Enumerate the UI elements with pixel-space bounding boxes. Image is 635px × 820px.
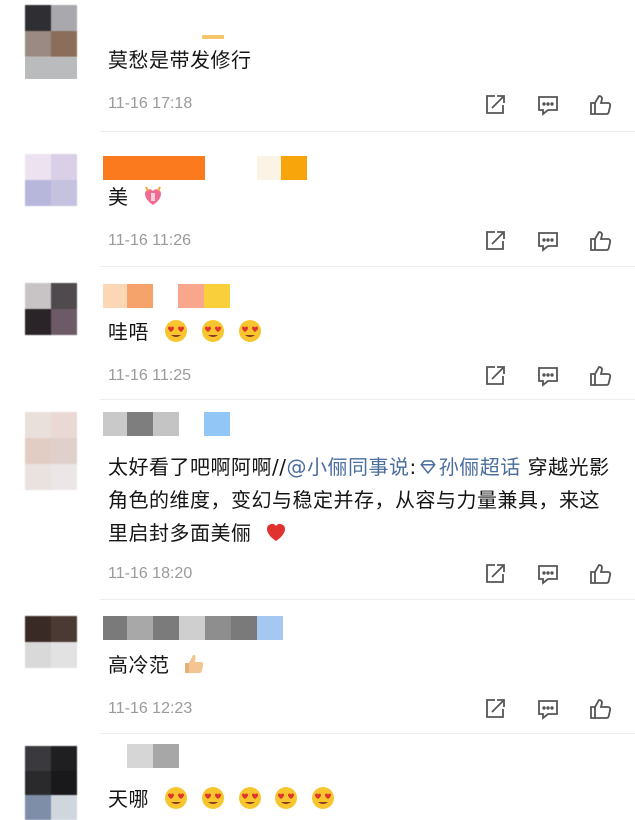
share-icon[interactable] [483, 562, 507, 586]
badge-blur [204, 284, 230, 308]
comment-time: 11-16 11:26 [108, 232, 192, 249]
comment-text: 太好看了吧啊阿啊//@小俪同事说: 孙俪超话 穿越光影角色的维度，变幻与稳定并存，… [108, 451, 615, 550]
thumbs-up-icon[interactable] [589, 364, 613, 388]
comment-time: 11-16 12:23 [108, 700, 193, 717]
comment-icon[interactable] [536, 364, 560, 388]
badge-blur [202, 35, 224, 39]
comment-item: 高冷范 11-16 12:23 [0, 600, 635, 734]
comment-actions [483, 228, 613, 254]
heart-eyes-emoji [311, 786, 335, 810]
red-heart-emoji [264, 520, 288, 544]
heart-eyes-emoji [201, 786, 225, 810]
comment-text-content: 太好看了吧啊阿啊// [108, 455, 287, 479]
avatar[interactable] [25, 412, 77, 490]
comment-actions [483, 363, 613, 389]
username-blur [103, 156, 205, 180]
heart-eyes-emoji [238, 319, 262, 343]
comment-time: 11-16 17:18 [108, 95, 193, 112]
comment-item: 天哪 [0, 734, 635, 820]
avatar[interactable] [25, 5, 77, 57]
comment-text-content: 天哪 [108, 787, 149, 811]
comment-text: 莫愁是带发修行 [108, 48, 252, 72]
comment-item: 莫愁是带发修行 11-16 17:18 [0, 0, 635, 132]
avatar[interactable] [25, 283, 77, 335]
heart-gift-emoji [141, 184, 165, 208]
avatar[interactable] [25, 616, 77, 668]
username-blur [103, 744, 179, 768]
badge-blur [257, 156, 281, 180]
comment-actions [483, 561, 613, 587]
avatar [25, 57, 77, 79]
mention-link[interactable]: @小俪同事说 [286, 455, 409, 479]
comment-text: 高冷范 [108, 649, 615, 682]
comment-item: 美 11-16 11:26 [0, 132, 635, 267]
diamond-icon [419, 453, 437, 475]
heart-eyes-emoji [164, 786, 188, 810]
thumbs-up-icon[interactable] [589, 93, 613, 117]
comment-icon[interactable] [536, 93, 560, 117]
username-blur [103, 284, 153, 308]
comment-time: 11-16 18:20 [108, 565, 193, 582]
heart-eyes-emoji [238, 786, 262, 810]
badge-blur [178, 284, 204, 308]
share-icon[interactable] [483, 93, 507, 117]
heart-eyes-emoji [201, 319, 225, 343]
comment-icon[interactable] [536, 562, 560, 586]
thumbs-up-icon[interactable] [589, 562, 613, 586]
comment-actions [483, 696, 613, 722]
badge-blur [204, 412, 230, 436]
comment-text-content: 哇唔 [108, 320, 149, 344]
username-blur [103, 616, 283, 640]
comment-item: 太好看了吧啊阿啊//@小俪同事说: 孙俪超话 穿越光影角色的维度，变幻与稳定并存，… [0, 400, 635, 600]
thumbs-up-icon[interactable] [589, 229, 613, 253]
avatar[interactable] [25, 154, 77, 206]
avatar[interactable] [25, 746, 77, 820]
comment-text-content: 美 [108, 185, 129, 209]
thumbs-up-icon[interactable] [589, 697, 613, 721]
comment-time: 11-16 11:25 [108, 367, 192, 384]
comment-text: 天哪 [108, 783, 615, 816]
comment-text: 美 [108, 181, 615, 214]
colon-text: : [409, 455, 417, 479]
comment-text: 哇唔 [108, 316, 615, 349]
badge-blur [281, 156, 307, 180]
comment-icon[interactable] [536, 697, 560, 721]
heart-eyes-emoji [164, 319, 188, 343]
topic-link[interactable]: 孙俪超话 [439, 455, 521, 479]
share-icon[interactable] [483, 229, 507, 253]
share-icon[interactable] [483, 364, 507, 388]
comment-actions [483, 92, 613, 118]
username-blur [103, 412, 179, 436]
heart-eyes-emoji [274, 786, 298, 810]
thumbs-up-emoji [182, 652, 206, 676]
comment-icon[interactable] [536, 229, 560, 253]
comment-text-content: 高冷范 [108, 653, 170, 677]
share-icon[interactable] [483, 697, 507, 721]
comment-item: 哇唔 11-16 11:25 [0, 267, 635, 400]
